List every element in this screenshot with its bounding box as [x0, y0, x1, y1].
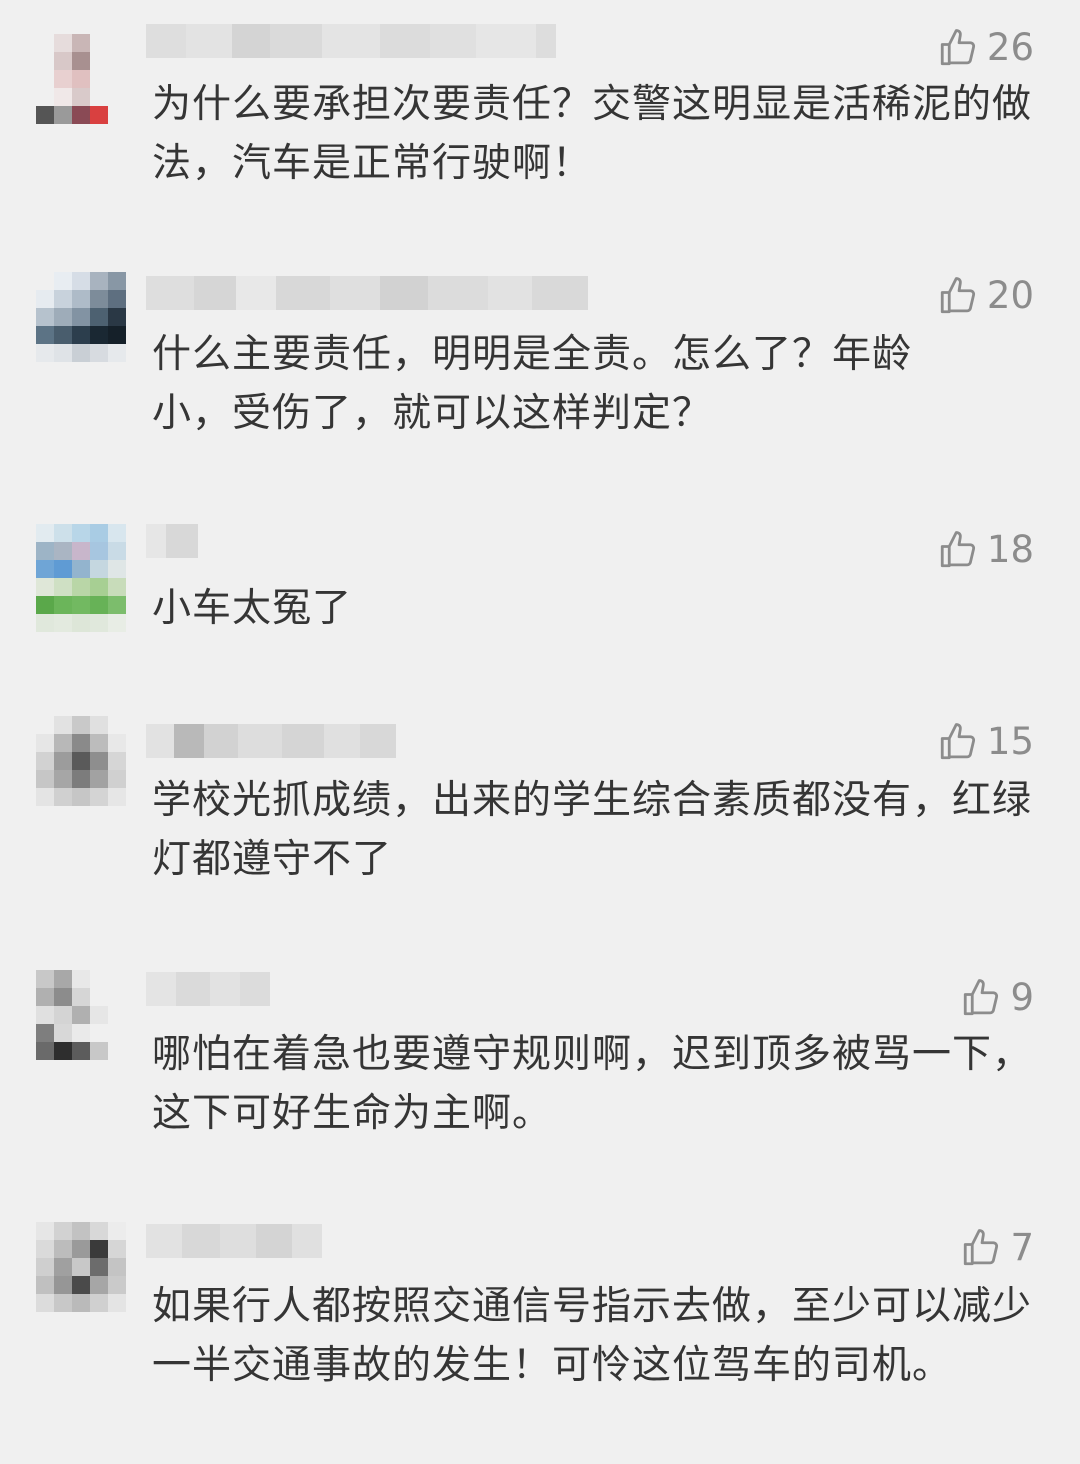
thumbs-up-icon	[960, 977, 1002, 1019]
like-button[interactable]: 9	[960, 976, 1034, 1020]
like-count: 7	[1010, 1226, 1034, 1269]
comment-text: 哪怕在着急也要遵守规则啊，迟到顶多被骂一下，这下可好生命为主啊。	[152, 1032, 1033, 1136]
like-button[interactable]: 18	[937, 528, 1034, 572]
comment-text: 学校光抓成绩，出来的学生综合素质都没有，红绿灯都遵守不了	[152, 778, 1033, 882]
comment-item: 20 什么主要责任，明明是全责。怎么了？年龄小，受伤了，就可以这样判定？	[0, 272, 1080, 472]
thumbs-up-icon	[937, 721, 979, 763]
like-button[interactable]: 26	[937, 26, 1034, 70]
like-count: 15	[986, 720, 1034, 763]
username-blurred[interactable]	[146, 722, 396, 760]
username-blurred[interactable]	[146, 22, 556, 60]
comment-item: 15 学校光抓成绩，出来的学生综合素质都没有，红绿灯都遵守不了	[0, 716, 1080, 906]
avatar[interactable]	[36, 524, 126, 632]
avatar[interactable]	[36, 34, 126, 124]
comment-item: 26 为什么要承担次要责任？交警这明显是活稀泥的做法，汽车是正常行驶啊！	[0, 22, 1080, 222]
comment-item: 7 如果行人都按照交通信号指示去做，至少可以减少一半交通事故的发生！可怜这位驾车…	[0, 1222, 1080, 1464]
avatar[interactable]	[36, 272, 126, 362]
comment-text: 如果行人都按照交通信号指示去做，至少可以减少一半交通事故的发生！可怜这位驾车的司…	[152, 1284, 1033, 1388]
like-button[interactable]: 15	[937, 720, 1034, 764]
thumbs-up-icon	[937, 275, 979, 317]
comment-item: 18 小车太冤了	[0, 522, 1080, 642]
thumbs-up-icon	[960, 1227, 1002, 1269]
like-count: 9	[1010, 976, 1034, 1019]
avatar[interactable]	[36, 970, 126, 1060]
thumbs-up-icon	[937, 27, 979, 69]
like-button[interactable]: 7	[960, 1226, 1034, 1270]
avatar[interactable]	[36, 716, 126, 806]
thumbs-up-icon	[937, 529, 979, 571]
username-blurred[interactable]	[146, 970, 270, 1008]
comment-text: 小车太冤了	[152, 586, 353, 631]
comment-item: 9 哪怕在着急也要遵守规则啊，迟到顶多被骂一下，这下可好生命为主啊。	[0, 970, 1080, 1170]
comment-text: 为什么要承担次要责任？交警这明显是活稀泥的做法，汽车是正常行驶啊！	[152, 82, 1033, 186]
avatar[interactable]	[36, 1222, 126, 1312]
like-count: 18	[986, 528, 1034, 571]
username-blurred[interactable]	[146, 522, 198, 560]
comment-text: 什么主要责任，明明是全责。怎么了？年龄小，受伤了，就可以这样判定？	[152, 332, 913, 436]
like-button[interactable]: 20	[937, 274, 1034, 318]
username-blurred[interactable]	[146, 1222, 322, 1260]
like-count: 20	[986, 274, 1034, 317]
like-count: 26	[986, 26, 1034, 69]
username-blurred[interactable]	[146, 274, 588, 312]
